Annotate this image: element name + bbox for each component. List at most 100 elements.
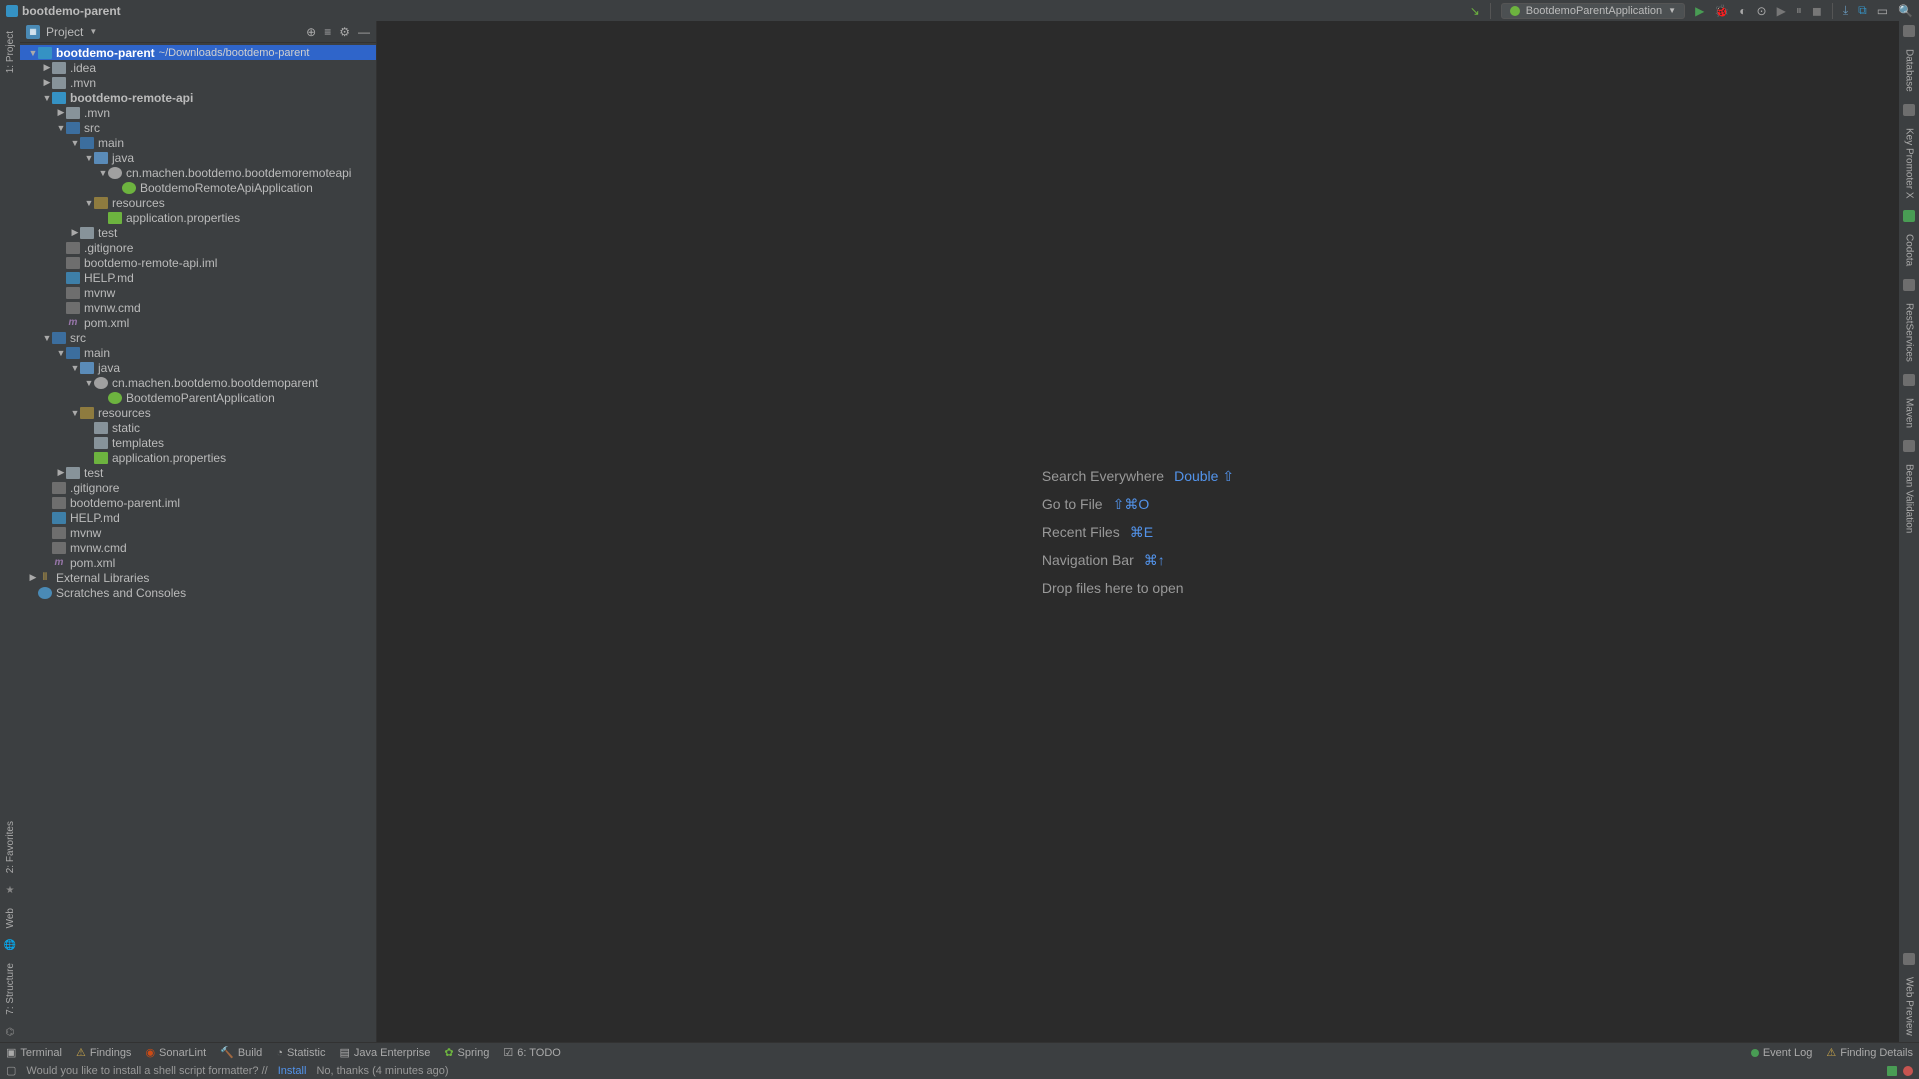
folder-resources-2[interactable]: resources	[20, 405, 376, 420]
class-remote-app[interactable]: BootdemoRemoteApiApplication	[20, 180, 376, 195]
gutter-project[interactable]: 1: Project	[3, 25, 18, 79]
expand-arrow-icon[interactable]	[42, 333, 52, 343]
folder-src[interactable]: src	[20, 120, 376, 135]
gutter-maven[interactable]: Maven	[1902, 392, 1917, 434]
memory-indicator-icon[interactable]	[1887, 1066, 1897, 1076]
terminal-tab[interactable]: ▣Terminal	[6, 1046, 62, 1059]
findings-tab[interactable]: ⚠Findings	[76, 1046, 131, 1059]
folder-templates[interactable]: templates	[20, 435, 376, 450]
class-parent-app[interactable]: BootdemoParentApplication	[20, 390, 376, 405]
folder-java-2[interactable]: java	[20, 360, 376, 375]
file-gitignore-2[interactable]: .gitignore	[20, 480, 376, 495]
file-iml[interactable]: bootdemo-remote-api.iml	[20, 255, 376, 270]
sonarlint-tab[interactable]: ◉SonarLint	[145, 1046, 206, 1059]
coverage-button[interactable]: ◐	[1739, 4, 1746, 18]
expand-arrow-icon[interactable]	[84, 198, 94, 208]
file-help-md[interactable]: HELP.md	[20, 270, 376, 285]
rest-icon[interactable]	[1903, 279, 1915, 291]
expand-arrow-icon[interactable]	[70, 227, 80, 238]
project-root[interactable]: bootdemo-parent~/Downloads/bootdemo-pare…	[20, 45, 376, 60]
expand-arrow-icon[interactable]	[84, 153, 94, 163]
file-mvnw-cmd[interactable]: mvnw.cmd	[20, 300, 376, 315]
folder-mvn-2[interactable]: .mvn	[20, 105, 376, 120]
db-icon[interactable]	[1903, 25, 1915, 37]
search-everywhere-icon[interactable]: 🔍	[1898, 4, 1913, 18]
external-libraries[interactable]: ⫴External Libraries	[20, 570, 376, 585]
expand-arrow-icon[interactable]	[28, 48, 38, 58]
expand-arrow-icon[interactable]	[56, 123, 66, 133]
finding-details-tab[interactable]: ⚠Finding Details	[1826, 1046, 1913, 1059]
hide-icon[interactable]: —	[358, 25, 370, 39]
expand-arrow-icon[interactable]	[28, 572, 38, 583]
status-nothanks[interactable]: No, thanks (4 minutes ago)	[316, 1065, 448, 1077]
expand-arrow-icon[interactable]	[56, 107, 66, 118]
debug-button[interactable]: 🐞	[1714, 4, 1729, 18]
file-iml-2[interactable]: bootdemo-parent.iml	[20, 495, 376, 510]
java-ee-tab[interactable]: ▤Java Enterprise	[339, 1046, 430, 1059]
status-install-link[interactable]: Install	[278, 1065, 307, 1077]
file-gitignore[interactable]: .gitignore	[20, 240, 376, 255]
file-mvnw-cmd-2[interactable]: mvnw.cmd	[20, 540, 376, 555]
maven-icon[interactable]	[1903, 374, 1915, 386]
select-opened-file-icon[interactable]: ⊕	[306, 25, 316, 39]
file-help-md-2[interactable]: HELP.md	[20, 510, 376, 525]
gutter-structure[interactable]: 7: Structure	[3, 957, 18, 1021]
gutter-favorites[interactable]: 2: Favorites	[3, 815, 18, 879]
package[interactable]: cn.machen.bootdemo.bootdemoremoteapi	[20, 165, 376, 180]
run-button[interactable]: ▶	[1695, 4, 1704, 18]
gutter-bean[interactable]: Bean Validation	[1902, 458, 1917, 539]
expand-arrow-icon[interactable]	[70, 138, 80, 148]
web-preview-icon[interactable]	[1903, 953, 1915, 965]
hammer-icon[interactable]: ↘	[1470, 4, 1480, 18]
inspector-icon[interactable]	[1903, 1066, 1913, 1076]
file-pom-2[interactable]: mpom.xml	[20, 555, 376, 570]
keypromoter-icon[interactable]	[1903, 104, 1915, 116]
run-configuration-selector[interactable]: BootdemoParentApplication ▼	[1501, 3, 1685, 19]
expand-arrow-icon[interactable]	[56, 467, 66, 478]
folder-mvn[interactable]: .mvn	[20, 75, 376, 90]
git-update-icon[interactable]: ⤓	[1843, 3, 1848, 18]
gutter-web[interactable]: Web	[3, 902, 18, 934]
file-app-props[interactable]: application.properties	[20, 210, 376, 225]
folder-main[interactable]: main	[20, 135, 376, 150]
expand-arrow-icon[interactable]	[42, 77, 52, 88]
folder-resources[interactable]: resources	[20, 195, 376, 210]
gutter-rest[interactable]: RestServices	[1902, 297, 1917, 368]
expand-all-icon[interactable]: ≡	[324, 25, 331, 39]
file-app-props-2[interactable]: application.properties	[20, 450, 376, 465]
build-tab[interactable]: 🔨Build	[220, 1046, 262, 1059]
expand-arrow-icon[interactable]	[70, 363, 80, 373]
split-icon[interactable]: ▭	[1877, 4, 1888, 18]
folder-static[interactable]: static	[20, 420, 376, 435]
todo-tab[interactable]: ☑6: TODO	[503, 1046, 560, 1059]
file-mvnw[interactable]: mvnw	[20, 285, 376, 300]
gutter-web-preview[interactable]: Web Preview	[1902, 971, 1917, 1042]
module-remote-api[interactable]: bootdemo-remote-api	[20, 90, 376, 105]
gutter-database[interactable]: Database	[1902, 43, 1917, 98]
scratches[interactable]: Scratches and Consoles	[20, 585, 376, 600]
profile-button[interactable]: ⊙	[1757, 4, 1767, 18]
package-2[interactable]: cn.machen.bootdemo.bootdemoparent	[20, 375, 376, 390]
gear-icon[interactable]: ⚙	[339, 25, 350, 39]
expand-arrow-icon[interactable]	[56, 348, 66, 358]
codota-icon[interactable]	[1903, 210, 1915, 222]
expand-arrow-icon[interactable]	[42, 62, 52, 73]
code-with-me-icon[interactable]: ⧉	[1858, 3, 1867, 18]
event-log-tab[interactable]: Event Log	[1751, 1047, 1813, 1059]
gutter-codota[interactable]: Codota	[1902, 228, 1917, 272]
expand-arrow-icon[interactable]	[70, 408, 80, 418]
bean-icon[interactable]	[1903, 440, 1915, 452]
project-tree[interactable]: bootdemo-parent~/Downloads/bootdemo-pare…	[20, 43, 376, 1042]
gutter-keypromoter[interactable]: Key Promoter X	[1902, 122, 1917, 205]
statistic-tab[interactable]: ◔Statistic	[276, 1047, 325, 1059]
folder-src-2[interactable]: src	[20, 330, 376, 345]
chevron-down-icon[interactable]: ▼	[89, 27, 97, 36]
expand-arrow-icon[interactable]	[98, 168, 108, 178]
folder-test[interactable]: test	[20, 225, 376, 240]
spring-tab[interactable]: ✿Spring	[444, 1046, 489, 1059]
folder-main-2[interactable]: main	[20, 345, 376, 360]
expand-arrow-icon[interactable]	[42, 93, 52, 103]
project-panel-title[interactable]: Project	[46, 25, 83, 39]
file-pom[interactable]: mpom.xml	[20, 315, 376, 330]
editor-empty-state[interactable]: Search EverywhereDouble ⇧ Go to File⇧⌘O …	[377, 21, 1899, 1042]
